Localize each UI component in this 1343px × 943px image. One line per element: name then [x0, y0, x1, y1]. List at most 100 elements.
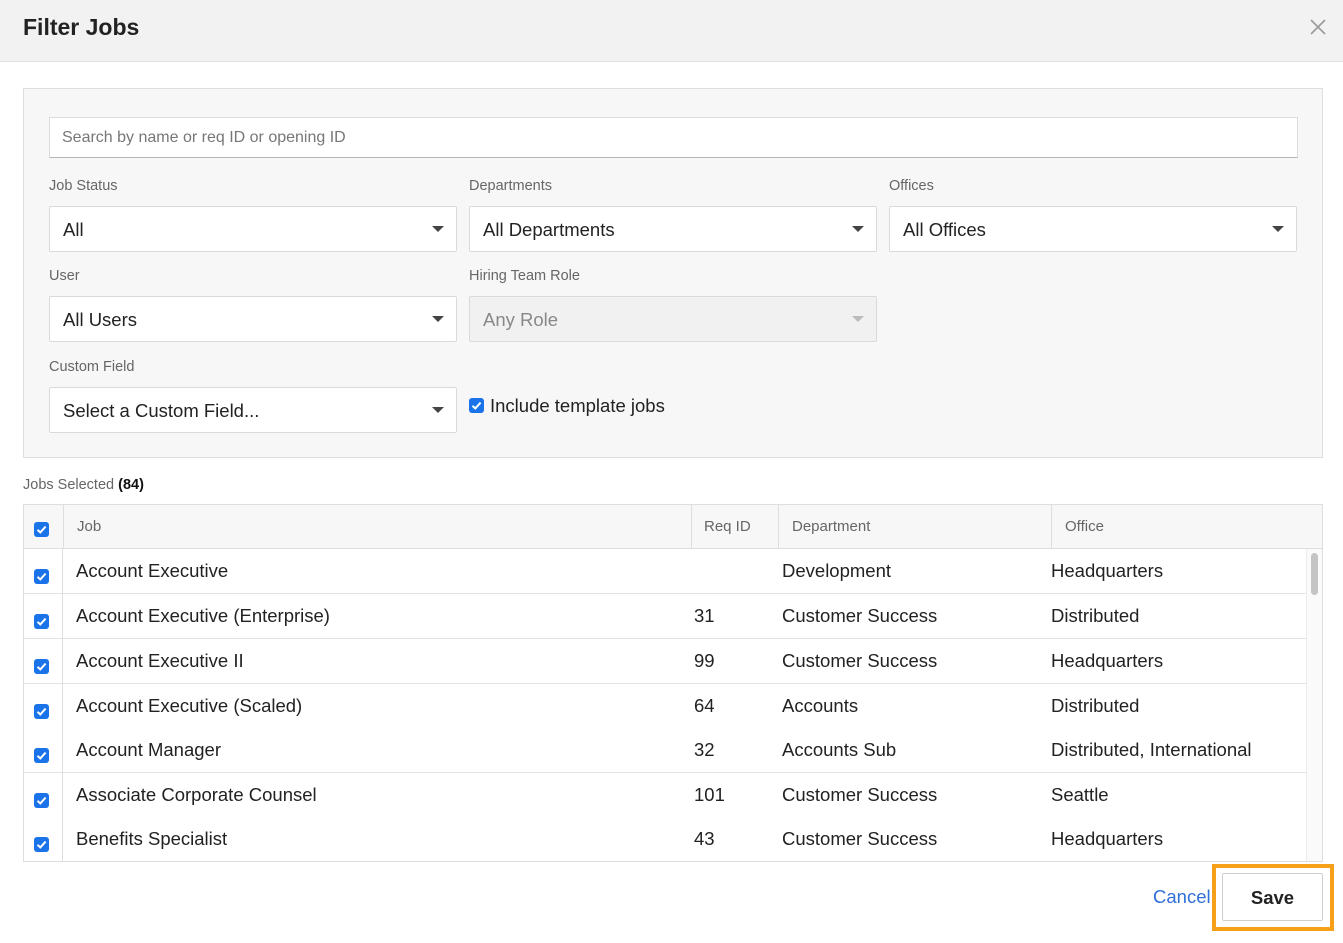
row-checkbox[interactable]	[34, 704, 49, 719]
cell-office: Headquarters	[1051, 560, 1164, 581]
scrollbar-thumb[interactable]	[1311, 553, 1318, 595]
cell-department: Accounts Sub	[782, 739, 897, 760]
departments-label: Departments	[469, 178, 553, 194]
hiring-team-role-label: Hiring Team Role	[469, 268, 580, 284]
row-checkbox[interactable]	[34, 793, 49, 808]
row-checkbox[interactable]	[34, 748, 49, 763]
jobs-selected-label: Jobs Selected	[23, 477, 115, 493]
cell-department: Customer Success	[782, 650, 938, 671]
cell-office: Distributed, International	[1051, 739, 1252, 760]
custom-field-select[interactable]: Select a Custom Field...	[49, 387, 457, 433]
cell-office: Distributed	[1051, 605, 1140, 626]
chevron-down-icon	[852, 226, 864, 232]
table-scrollbar[interactable]	[1306, 549, 1322, 861]
job-status-label: Job Status	[49, 178, 118, 194]
cell-job: Account Executive (Enterprise)	[76, 605, 330, 626]
checkmark-icon	[36, 572, 47, 581]
close-icon[interactable]	[1307, 16, 1329, 38]
departments-value: All Departments	[483, 219, 615, 240]
cell-job: Account Manager	[76, 739, 222, 760]
hiring-team-role-select: Any Role	[469, 296, 877, 342]
checkmark-icon	[36, 751, 47, 760]
row-checkbox[interactable]	[34, 569, 49, 584]
cell-office: Headquarters	[1051, 828, 1164, 849]
checkmark-icon	[36, 525, 47, 534]
user-select[interactable]: All Users	[49, 296, 457, 342]
chevron-down-icon	[1272, 226, 1284, 232]
checkmark-icon	[36, 662, 47, 671]
column-header-office[interactable]: Office	[1051, 505, 1322, 549]
cell-office: Distributed	[1051, 695, 1140, 716]
row-checkbox[interactable]	[34, 659, 49, 674]
include-template-jobs-label[interactable]: Include template jobs	[490, 395, 665, 417]
cell-req-id: 31	[694, 605, 715, 626]
offices-select[interactable]: All Offices	[889, 206, 1297, 252]
table-row[interactable]: Account Executive Development Headquarte…	[24, 549, 1308, 594]
checkmark-icon	[36, 707, 47, 716]
row-checkbox-cell	[24, 639, 63, 683]
checkmark-icon	[471, 401, 482, 410]
user-label: User	[49, 268, 80, 284]
custom-field-value: Select a Custom Field...	[63, 400, 260, 421]
cell-req-id: 32	[694, 739, 715, 760]
table-row[interactable]: Account Executive II 99 Customer Success…	[24, 639, 1308, 684]
cancel-button[interactable]: Cancel	[1153, 886, 1211, 908]
checkmark-icon	[36, 840, 47, 849]
filter-panel: Job Status All Departments All Departmen…	[23, 88, 1323, 458]
user-value: All Users	[63, 309, 138, 330]
row-checkbox[interactable]	[34, 614, 49, 629]
table-row[interactable]: Account Manager 32 Accounts Sub Distribu…	[24, 728, 1308, 773]
cell-department: Customer Success	[782, 605, 938, 626]
cell-job: Account Executive II	[76, 650, 244, 671]
cell-req-id: 99	[694, 650, 715, 671]
row-checkbox-cell	[24, 549, 63, 593]
table-row[interactable]: Account Executive (Enterprise) 31 Custom…	[24, 594, 1308, 639]
include-template-jobs-checkbox[interactable]	[469, 398, 484, 413]
search-input[interactable]	[49, 117, 1298, 158]
cell-office: Headquarters	[1051, 650, 1164, 671]
cell-job: Account Executive	[76, 560, 229, 581]
table-row[interactable]: Associate Corporate Counsel 101 Customer…	[24, 773, 1308, 818]
cell-department: Customer Success	[782, 828, 938, 849]
modal-header: Filter Jobs	[0, 0, 1343, 62]
cell-req-id: 43	[694, 828, 715, 849]
cell-department: Customer Success	[782, 784, 938, 805]
cell-job: Associate Corporate Counsel	[76, 784, 317, 805]
row-checkbox-cell	[24, 728, 63, 772]
chevron-down-icon	[852, 316, 864, 322]
row-checkbox[interactable]	[34, 837, 49, 852]
cell-department: Development	[782, 560, 892, 581]
modal-title: Filter Jobs	[23, 14, 140, 40]
column-header-job[interactable]: Job	[63, 505, 691, 549]
custom-field-label: Custom Field	[49, 359, 135, 375]
table-row[interactable]: Benefits Specialist 43 Customer Success …	[24, 817, 1308, 861]
chevron-down-icon	[432, 226, 444, 232]
column-header-department[interactable]: Department	[778, 505, 1051, 549]
table-header: Job Req ID Department Office	[24, 505, 1322, 549]
chevron-down-icon	[432, 316, 444, 322]
chevron-down-icon	[432, 407, 444, 413]
hiring-team-role-value: Any Role	[483, 309, 559, 330]
row-checkbox-cell	[24, 817, 63, 861]
cell-job: Account Executive (Scaled)	[76, 695, 303, 716]
cell-req-id: 101	[694, 784, 725, 805]
checkmark-icon	[36, 617, 47, 626]
save-button[interactable]: Save	[1222, 873, 1323, 921]
offices-value: All Offices	[903, 219, 986, 240]
job-status-value: All	[63, 219, 84, 240]
offices-label: Offices	[889, 178, 934, 194]
row-checkbox-cell	[24, 594, 63, 638]
jobs-selected-summary: Jobs Selected (84)	[23, 477, 144, 493]
cell-office: Seattle	[1051, 784, 1109, 805]
row-checkbox-cell	[24, 684, 63, 728]
departments-select[interactable]: All Departments	[469, 206, 877, 252]
job-status-select[interactable]: All	[49, 206, 457, 252]
cell-req-id: 64	[694, 695, 715, 716]
column-header-req-id[interactable]: Req ID	[691, 505, 778, 549]
table-row[interactable]: Account Executive (Scaled) 64 Accounts D…	[24, 684, 1308, 729]
select-all-checkbox[interactable]	[34, 522, 49, 537]
cell-department: Accounts	[782, 695, 859, 716]
cell-job: Benefits Specialist	[76, 828, 228, 849]
checkmark-icon	[36, 796, 47, 805]
row-checkbox-cell	[24, 773, 63, 817]
